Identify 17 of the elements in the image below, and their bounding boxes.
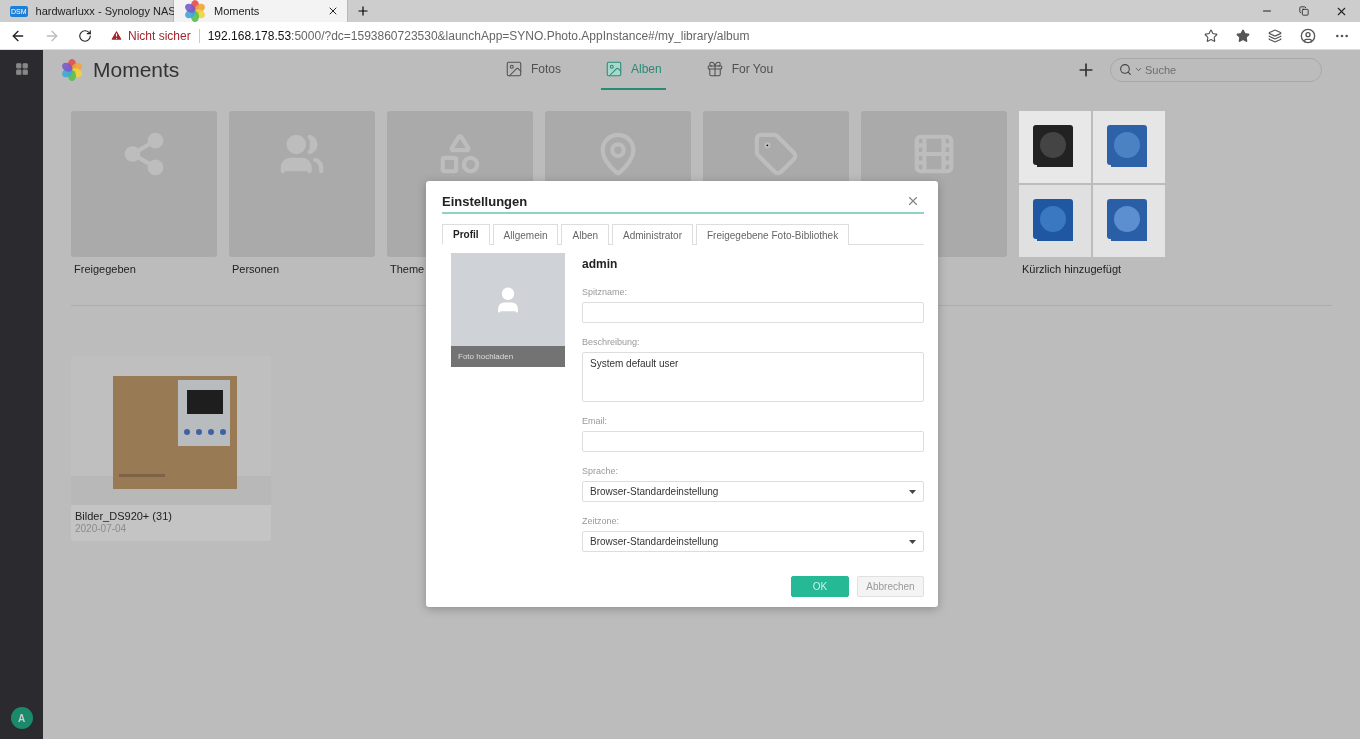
app-title: Moments [93, 58, 180, 82]
category-label: Personen [231, 263, 281, 275]
field-label: Email: [582, 416, 608, 426]
url-path: :5000/?dc=1593860723530&launchApp=SYNO.Photo.AppInstance#/my_library/album [291, 28, 750, 43]
category-label: Kürzlich hinzugefügt [1021, 263, 1123, 275]
field-label: Spitzname: [582, 287, 629, 297]
tab-title: Moments [214, 5, 261, 17]
field-label: Sprache: [582, 466, 620, 476]
dialog-title: Einstellungen [442, 193, 528, 209]
category-label: Freigegeben [73, 263, 137, 275]
field-label: Zeitzone: [582, 516, 621, 526]
album-date: 2020-07-04 [75, 523, 128, 534]
username: admin [582, 257, 619, 271]
category-label: Theme [389, 263, 426, 275]
album-title: Bilder_DS920+ (31) [75, 510, 173, 522]
field-label: Beschreibung: [582, 337, 641, 347]
url-host: 192.168.178.53 [207, 28, 292, 43]
